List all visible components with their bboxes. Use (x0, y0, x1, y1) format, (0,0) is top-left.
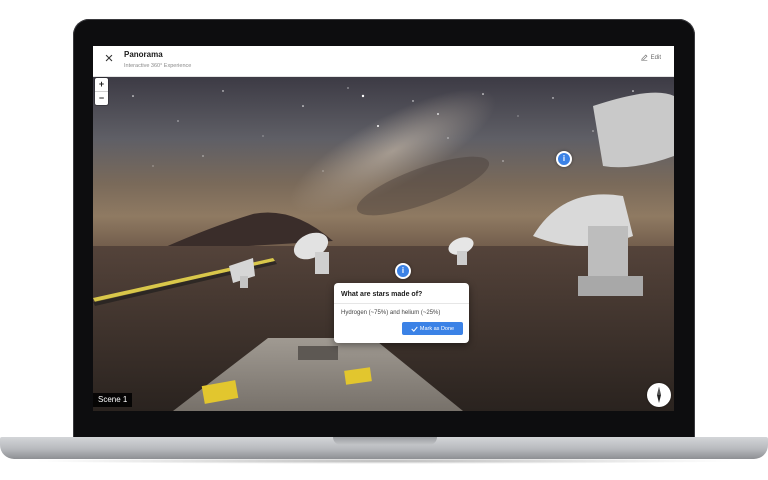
info-hotspot-antenna[interactable]: i (556, 151, 572, 167)
platform-fixture (298, 346, 338, 360)
mark-as-done-label: Mark as Done (419, 325, 455, 332)
panorama-view[interactable] (93, 76, 674, 411)
popup-divider (334, 303, 469, 304)
app-header: × Panorama Interactive 360° Experience E… (93, 46, 674, 77)
page-title: Panorama (124, 50, 163, 59)
laptop-notch (333, 437, 437, 445)
info-popup: What are stars made of? Hydrogen (~75%) … (334, 283, 469, 343)
check-icon (411, 326, 418, 332)
zoom-out-button[interactable]: − (95, 92, 108, 105)
info-icon: i (562, 154, 566, 163)
zoom-in-button[interactable]: + (95, 78, 108, 91)
close-icon: × (104, 50, 114, 67)
zoom-control: + − (95, 78, 108, 105)
edit-button[interactable]: Edit (640, 54, 661, 61)
page-subtitle: Interactive 360° Experience (124, 63, 192, 69)
info-icon: i (401, 266, 405, 275)
close-button[interactable]: × (102, 50, 116, 67)
compass-icon (657, 387, 661, 403)
app-screen: × Panorama Interactive 360° Experience E… (93, 46, 674, 411)
compass-button[interactable] (647, 383, 671, 407)
info-hotspot-ground[interactable]: i (395, 263, 411, 279)
mark-as-done-button[interactable]: Mark as Done (402, 322, 463, 335)
popup-question: What are stars made of? (341, 291, 423, 298)
popup-answer: Hydrogen (~75%) and helium (~25%) (341, 310, 441, 316)
edit-button-label: Edit (650, 54, 661, 61)
scene-label: Scene 1 (93, 393, 133, 407)
pencil-icon (640, 54, 648, 61)
